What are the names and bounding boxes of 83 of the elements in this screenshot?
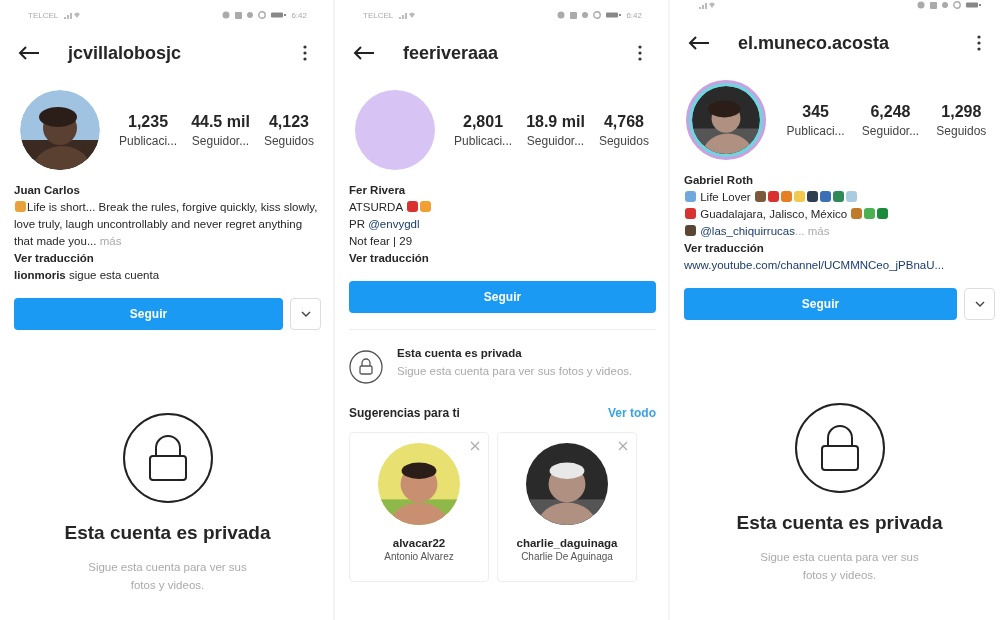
stat-label: Publicaci...	[786, 123, 845, 138]
back-arrow-icon[interactable]	[18, 45, 40, 61]
private-account-title: Esta cuenta es privada	[64, 522, 271, 544]
clock-time: 6:42	[291, 10, 307, 20]
lock-icon	[349, 350, 383, 384]
bio-text: PR @envygdl	[349, 217, 420, 232]
signal-icon	[698, 0, 716, 10]
back-arrow-icon[interactable]	[688, 35, 710, 51]
suggested-username: charlie_daguinaga	[516, 537, 618, 549]
ring-icon	[593, 11, 602, 19]
private-account-title: Esta cuenta es privada	[736, 512, 943, 534]
stat-label: Seguidos	[263, 133, 314, 148]
clock-time: 6:42	[626, 10, 642, 20]
stat-count: 2,801	[463, 112, 504, 131]
stat-count: 18.9 mil	[526, 112, 585, 131]
signal-icon	[398, 10, 417, 20]
private-account-text: Sigue esta cuenta para ver sus fotos y videos.	[397, 364, 634, 379]
carrier-name: TELCEL	[28, 10, 59, 20]
display-name: Gabriel Roth	[684, 173, 753, 188]
stat-label: Seguidor...	[191, 133, 250, 148]
stat-label: Publicaci...	[119, 133, 178, 148]
more-options-icon[interactable]	[303, 45, 307, 61]
bio-text: lionmoris sigue esta cuenta	[14, 268, 160, 283]
battery-icon	[606, 12, 622, 18]
suggestions-title: Sugerencias para ti	[349, 406, 460, 420]
stat-label: Seguidos	[936, 123, 987, 138]
private-account-title: Esta cuenta es privada	[397, 347, 523, 359]
circle-icon	[222, 11, 231, 19]
stat-label: Seguidos	[598, 133, 649, 148]
square-icon	[235, 11, 243, 19]
dot-icon	[942, 2, 948, 8]
translation-link[interactable]: Ver traducción	[14, 250, 94, 267]
suggestion-card[interactable]: alvacar22 Antonio Alvarez	[349, 432, 489, 582]
suggested-name: Antonio Alvarez	[384, 551, 454, 562]
bio-text: Not fear | 29	[349, 234, 413, 249]
suggestion-card[interactable]: charlie_daguinaga Charlie De Aguinaga	[497, 432, 637, 582]
bio-text: Life is short... Break the rules, forgive quickly, kiss slowly, love truly, laugh uncontrollably and never regret anything that made you... más	[14, 200, 319, 249]
dot-icon	[582, 12, 589, 18]
private-account-text: Sigue esta cuenta para ver sus fotos y videos.	[759, 550, 920, 583]
stat-count: 1,235	[128, 112, 169, 131]
stat-label: Seguidor...	[526, 133, 585, 148]
back-arrow-icon[interactable]	[353, 45, 375, 61]
suggested-username: alvacar22	[392, 537, 446, 549]
stat-count: 4,768	[603, 112, 644, 131]
chevron-down-icon	[974, 301, 985, 307]
lock-icon	[121, 412, 214, 504]
signal-icon	[63, 10, 82, 20]
square-icon	[570, 11, 578, 19]
mention-link[interactable]: @envygdl	[368, 218, 420, 230]
stat-label: Seguidor...	[861, 123, 920, 138]
stat-count: 44.5 mil	[191, 112, 250, 131]
stat-label: Publicaci...	[454, 133, 513, 148]
battery-icon	[966, 2, 981, 8]
translation-link[interactable]: Ver traducción	[684, 240, 764, 257]
square-icon	[930, 1, 937, 9]
stat-count: 4,123	[268, 112, 309, 131]
translation-link[interactable]: Ver traducción	[349, 250, 429, 267]
carrier-name: TELCEL	[363, 10, 394, 20]
stat-count: 1,298	[941, 102, 982, 121]
stat-count: 345	[802, 102, 829, 121]
profile-username: el.muneco.acosta	[738, 32, 891, 54]
more-options-icon[interactable]	[977, 35, 981, 51]
website-link[interactable]: www.youtube.com/channel/UCMMNCeo_jPBnaU...	[684, 257, 945, 274]
suggested-name: Charlie De Aguinaga	[521, 551, 613, 562]
bio-text: Guadalajara, Jalisco, México	[684, 206, 890, 223]
circle-icon	[557, 11, 566, 19]
profile-username: feeriveraaa	[403, 42, 500, 64]
display-name: Fer Rivera	[349, 183, 406, 198]
chevron-down-icon	[300, 311, 311, 317]
battery-icon	[271, 12, 287, 18]
ring-icon	[258, 11, 267, 19]
bio-text: ATSURDA	[349, 199, 432, 216]
dot-icon	[247, 12, 254, 18]
profile-username: jcvillalobosjc	[68, 42, 183, 64]
stat-count: 6,248	[870, 102, 911, 121]
ring-icon	[953, 1, 961, 9]
circle-icon	[917, 1, 925, 9]
display-name: Juan Carlos	[14, 183, 80, 198]
mention-link[interactable]: @las_chiquirrucas	[697, 225, 795, 237]
bio-text: Life Lover	[684, 189, 858, 206]
lock-icon	[793, 402, 886, 494]
private-account-text: Sigue esta cuenta para ver sus fotos y videos.	[87, 560, 248, 593]
more-options-icon[interactable]	[638, 45, 642, 61]
